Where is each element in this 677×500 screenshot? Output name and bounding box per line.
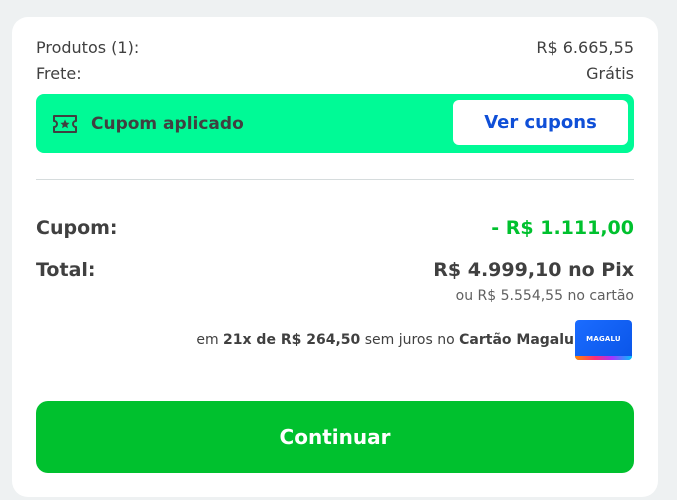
installments-prefix: em: [196, 332, 219, 348]
installments-amount: 21x de R$ 264,50: [223, 332, 361, 348]
coupon-applied-info: Cupom aplicado: [52, 94, 244, 153]
divider: [36, 179, 634, 180]
shipping-row: Frete: Grátis: [36, 64, 634, 83]
magalu-card-logo: MAGALU: [586, 335, 621, 343]
coupon-discount-label: Cupom:: [36, 217, 118, 239]
products-label: Produtos (1):: [36, 38, 140, 57]
installments-middle: sem juros no: [364, 332, 455, 348]
order-summary-card: Produtos (1): R$ 6.665,55 Frete: Grátis …: [12, 17, 658, 497]
coupon-applied-bar: Cupom aplicado Ver cupons: [36, 94, 634, 153]
total-label: Total:: [36, 259, 96, 281]
view-coupons-button[interactable]: Ver cupons: [453, 100, 628, 145]
total-row: Total: R$ 4.999,10 no Pix: [36, 259, 634, 281]
magalu-card-stripe: [575, 356, 632, 360]
installments-card-name: Cartão Magalu: [459, 332, 574, 348]
coupon-discount-value: - R$ 1.111,00: [491, 217, 634, 239]
installments-info: em 21x de R$ 264,50 sem juros no Cartão …: [196, 332, 574, 348]
magalu-card-icon: MAGALU: [575, 320, 632, 360]
shipping-label: Frete:: [36, 64, 82, 83]
shipping-value: Grátis: [586, 64, 634, 83]
continue-button[interactable]: Continuar: [36, 401, 634, 473]
total-pix-value: R$ 4.999,10 no Pix: [433, 259, 634, 281]
coupon-applied-label: Cupom aplicado: [91, 113, 244, 134]
coupon-discount-row: Cupom: - R$ 1.111,00: [36, 217, 634, 239]
total-card-value: ou R$ 5.554,55 no cartão: [455, 288, 634, 304]
products-row: Produtos (1): R$ 6.665,55: [36, 38, 634, 57]
products-value: R$ 6.665,55: [536, 38, 634, 57]
ticket-star-icon: [52, 114, 78, 134]
